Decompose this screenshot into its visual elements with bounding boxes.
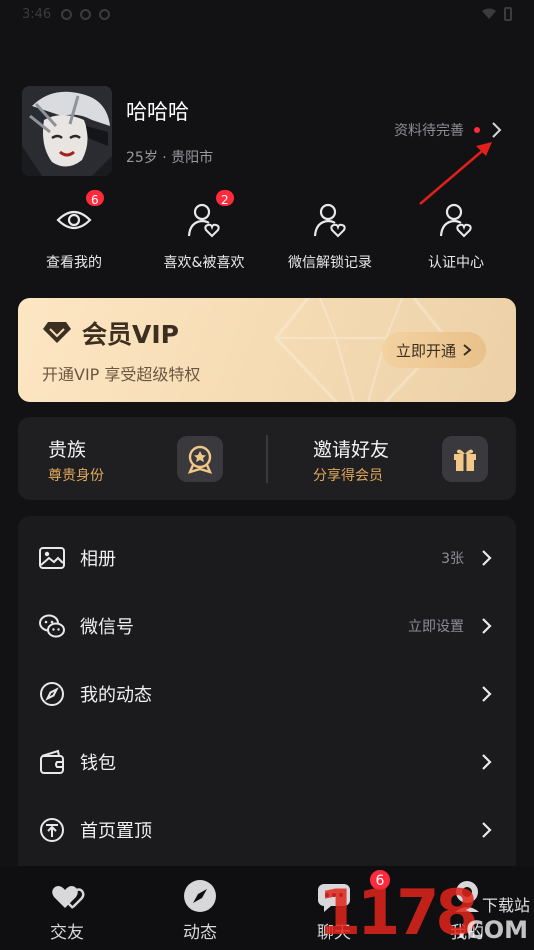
avatar[interactable] [22, 86, 112, 176]
menu-album-value: 3张 [441, 551, 464, 567]
profile-name: 哈哈哈 [126, 100, 189, 124]
profile-complete-label: 资料待完善 [394, 123, 464, 139]
quick-verification[interactable]: 认证中心 [396, 200, 516, 272]
chevron-right-icon [492, 122, 502, 138]
chevron-right-icon [482, 550, 492, 566]
app-icon [99, 8, 111, 20]
menu-wechat-label: 微信号 [80, 617, 134, 638]
noble-icon-box [177, 436, 223, 482]
likes-badge: 2 [214, 188, 236, 208]
annotation-arrow-icon [419, 142, 492, 205]
hearts-icon [52, 886, 85, 909]
gift-icon-box [442, 436, 488, 482]
menu-wallet-label: 钱包 [80, 753, 116, 774]
menu-album-label: 相册 [80, 549, 116, 570]
chevron-right-icon [482, 686, 492, 702]
qi-icon-wrap: 6 [54, 188, 106, 240]
vip-card[interactable]: 会员VIP 开通VIP 享受超级特权 立即开通 [18, 298, 516, 402]
invite-subtitle: 分享得会员 [313, 468, 383, 484]
view-me-badge: 6 [84, 188, 106, 208]
gift-icon [454, 449, 476, 471]
vip-title: 会员VIP [82, 320, 179, 349]
menu-my-moments[interactable]: 我的动态 [18, 660, 516, 728]
chat-icon-wrap: 6 [316, 868, 392, 914]
profile-complete-link[interactable]: 资料待完善 [394, 120, 506, 140]
pin-top-icon [40, 818, 64, 842]
quick-view-me[interactable]: 6 查看我的 [14, 188, 134, 272]
tab-moments[interactable]: 动态 [150, 878, 250, 943]
vip-open-label: 立即开通 [395, 341, 456, 360]
chat-icon [318, 884, 350, 912]
invite-title: 邀请好友 [313, 439, 390, 461]
noble-badge-icon [187, 445, 213, 474]
battery-icon [504, 7, 512, 21]
qi-icon-wrap [310, 200, 350, 240]
quick-likes[interactable]: 2 喜欢&被喜欢 [144, 188, 264, 272]
wechat-icon [39, 614, 65, 638]
chevron-right-icon [482, 618, 492, 634]
noble-title: 贵族 [48, 439, 87, 461]
diamond-icon [43, 322, 71, 343]
avatar-illustration [22, 86, 112, 176]
menu-my-moments-label: 我的动态 [80, 685, 152, 706]
profile-age-city: 25岁 · 贵阳市 [126, 150, 214, 166]
qi-icon-wrap [436, 200, 476, 240]
tab-me[interactable]: 我的 [417, 878, 517, 943]
quick-verification-label: 认证中心 [428, 255, 484, 271]
compass-icon [184, 880, 216, 912]
promo-card: 贵族 尊贵身份 邀请好友 分享得会员 [18, 417, 516, 500]
qi-icon-wrap: 2 [184, 188, 236, 240]
noble-subtitle: 尊贵身份 [48, 468, 104, 484]
quick-view-me-label: 查看我的 [46, 255, 102, 271]
status-right [482, 7, 512, 21]
bottom-tab-bar: 交友 动态 6 聊天 我的 [0, 866, 534, 950]
invite-entry[interactable]: 邀请好友 分享得会员 [267, 417, 516, 500]
tab-moments-label: 动态 [183, 923, 217, 943]
profile-icon [455, 881, 479, 912]
album-icon [39, 547, 65, 569]
chat-badge: 6 [368, 868, 392, 892]
notification-icon [61, 8, 73, 20]
tab-friends[interactable]: 交友 [17, 878, 117, 943]
user-heart-icon [439, 203, 472, 238]
tab-chat[interactable]: 6 聊天 [284, 868, 392, 943]
user-heart-icon [313, 203, 346, 238]
menu-album[interactable]: 相册 3张 [18, 524, 516, 592]
sync-icon [80, 8, 92, 20]
quick-likes-label: 喜欢&被喜欢 [163, 255, 245, 271]
tab-me-label: 我的 [450, 923, 484, 943]
menu-pin-top[interactable]: 首页置顶 [18, 796, 516, 864]
menu-pin-top-label: 首页置顶 [80, 821, 152, 842]
menu-list: 相册 3张 微信号 立即设置 我的动态 钱包 首页置顶 [18, 516, 516, 876]
noble-entry[interactable]: 贵族 尊贵身份 [18, 417, 267, 500]
tab-friends-label: 交友 [50, 923, 84, 943]
tab-chat-label: 聊天 [317, 923, 351, 943]
quick-wechat-unlock-label: 微信解锁记录 [288, 255, 372, 271]
status-icons [61, 8, 111, 20]
unread-dot [474, 127, 480, 133]
quick-wechat-unlock[interactable]: 微信解锁记录 [270, 200, 390, 272]
vip-open-button[interactable]: 立即开通 [382, 332, 486, 368]
wallet-icon [40, 749, 64, 774]
quick-actions: 6 查看我的 2 喜欢&被喜欢 微信解锁记录 认证中心 [0, 188, 534, 276]
wifi-icon [482, 8, 496, 19]
status-time: 3:46 [22, 6, 52, 22]
vip-subtitle: 开通VIP 享受超级特权 [42, 365, 201, 384]
menu-wechat-value: 立即设置 [408, 619, 464, 635]
menu-wallet[interactable]: 钱包 [18, 728, 516, 796]
chevron-right-icon [482, 754, 492, 770]
menu-wechat[interactable]: 微信号 立即设置 [18, 592, 516, 660]
chevron-right-icon [482, 822, 492, 838]
chevron-right-icon [463, 344, 472, 356]
compass-icon [40, 682, 64, 706]
status-bar: 3:46 [0, 0, 534, 28]
